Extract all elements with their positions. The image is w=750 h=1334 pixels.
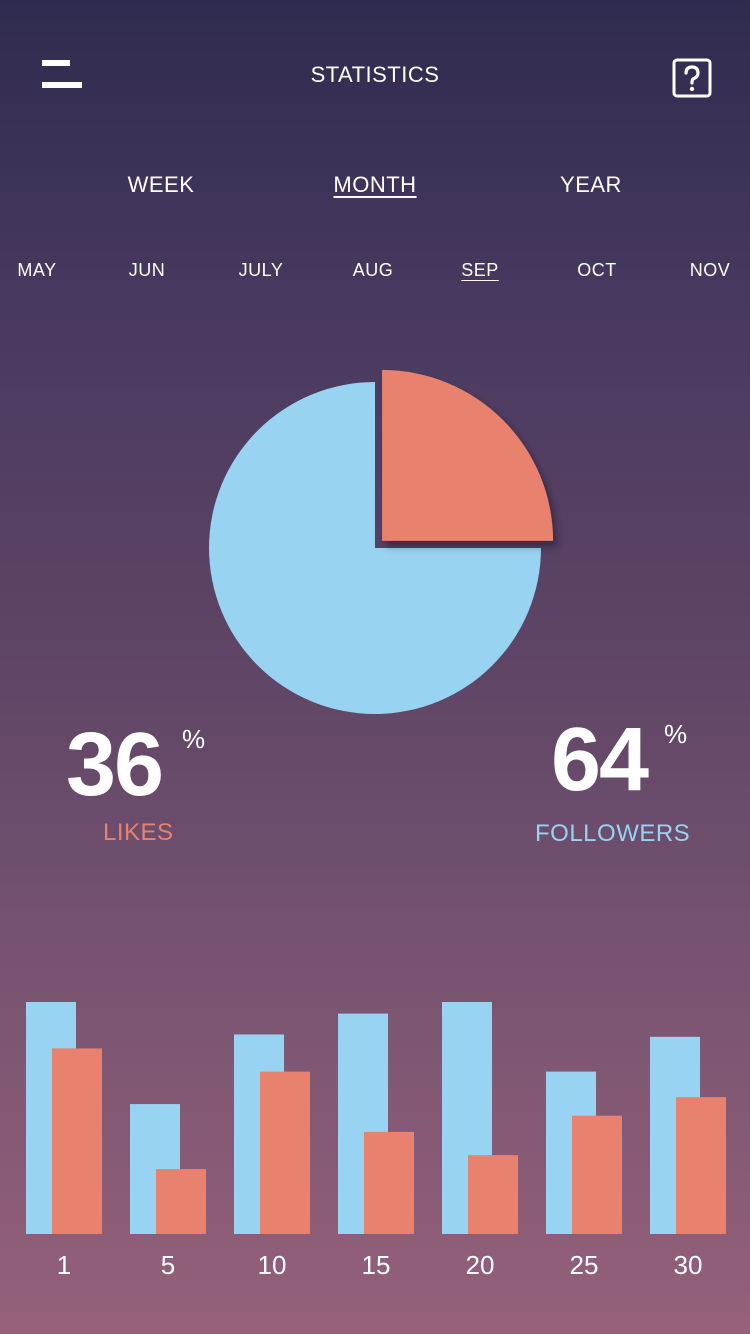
month-tab-label: JULY xyxy=(238,260,284,280)
month-tab-label: JUN xyxy=(128,260,166,280)
pie-chart xyxy=(209,369,554,714)
month-tab-label: NOV xyxy=(689,260,731,280)
month-tab-label: OCT xyxy=(577,260,617,280)
month-tab-july[interactable]: JULY xyxy=(216,260,306,281)
bar-likes-10 xyxy=(260,1071,310,1234)
likes-stat: 36 % LIKES xyxy=(66,720,266,860)
tab-month[interactable]: MONTH xyxy=(305,172,445,198)
tab-year[interactable]: YEAR xyxy=(521,172,661,198)
month-tab-sep[interactable]: SEP xyxy=(435,260,525,281)
pie-chart-container xyxy=(0,340,750,740)
page-title: STATISTICS xyxy=(310,62,440,87)
bar-likes-5 xyxy=(156,1169,206,1234)
bar-chart: 1 5 10 15 20 25 30 xyxy=(26,1002,726,1280)
pie-slice-likes xyxy=(382,369,554,541)
bar-likes-20 xyxy=(468,1155,518,1234)
x-tick-label: 20 xyxy=(466,1250,495,1280)
likes-label: LIKES xyxy=(103,819,174,846)
month-tab-may[interactable]: MAY xyxy=(0,260,82,281)
question-mark-icon[interactable] xyxy=(672,58,712,98)
month-tab-label: AUG xyxy=(352,260,394,280)
month-tab-nov[interactable]: NOV xyxy=(665,260,750,281)
month-tab-label: MAY xyxy=(17,260,57,280)
followers-stat: 64 % FOLLOWERS xyxy=(535,715,735,855)
bar-chart-container: 1 5 10 15 20 25 30 xyxy=(0,980,750,1310)
bar-likes-15 xyxy=(364,1131,414,1234)
followers-label: FOLLOWERS xyxy=(535,820,691,847)
x-tick-label: 10 xyxy=(258,1250,287,1280)
likes-percent-sign: % xyxy=(182,724,206,754)
month-tab-aug[interactable]: AUG xyxy=(328,260,418,281)
month-tabs: MAY JUN JULY AUG SEP OCT NOV xyxy=(0,260,750,290)
header: STATISTICS xyxy=(0,0,750,150)
period-tabs: WEEK MONTH YEAR xyxy=(0,172,750,212)
x-tick-label: 1 xyxy=(57,1250,71,1280)
month-tab-oct[interactable]: OCT xyxy=(552,260,642,281)
x-tick-label: 25 xyxy=(570,1250,599,1280)
month-tab-label: SEP xyxy=(461,260,499,280)
month-tab-jun[interactable]: JUN xyxy=(102,260,192,281)
tab-year-label: YEAR xyxy=(560,172,622,197)
bar-likes-30 xyxy=(676,1097,726,1234)
tab-week[interactable]: WEEK xyxy=(91,172,231,198)
tab-week-label: WEEK xyxy=(127,172,195,197)
x-tick-label: 5 xyxy=(161,1250,175,1280)
bar-likes-1 xyxy=(52,1048,102,1234)
bar-likes-25 xyxy=(572,1115,622,1234)
followers-value: 64 xyxy=(551,710,649,810)
x-tick-label: 15 xyxy=(362,1250,391,1280)
tab-month-label: MONTH xyxy=(333,172,417,197)
likes-value: 36 xyxy=(66,715,164,815)
x-tick-label: 30 xyxy=(674,1250,703,1280)
followers-percent-sign: % xyxy=(664,719,688,749)
